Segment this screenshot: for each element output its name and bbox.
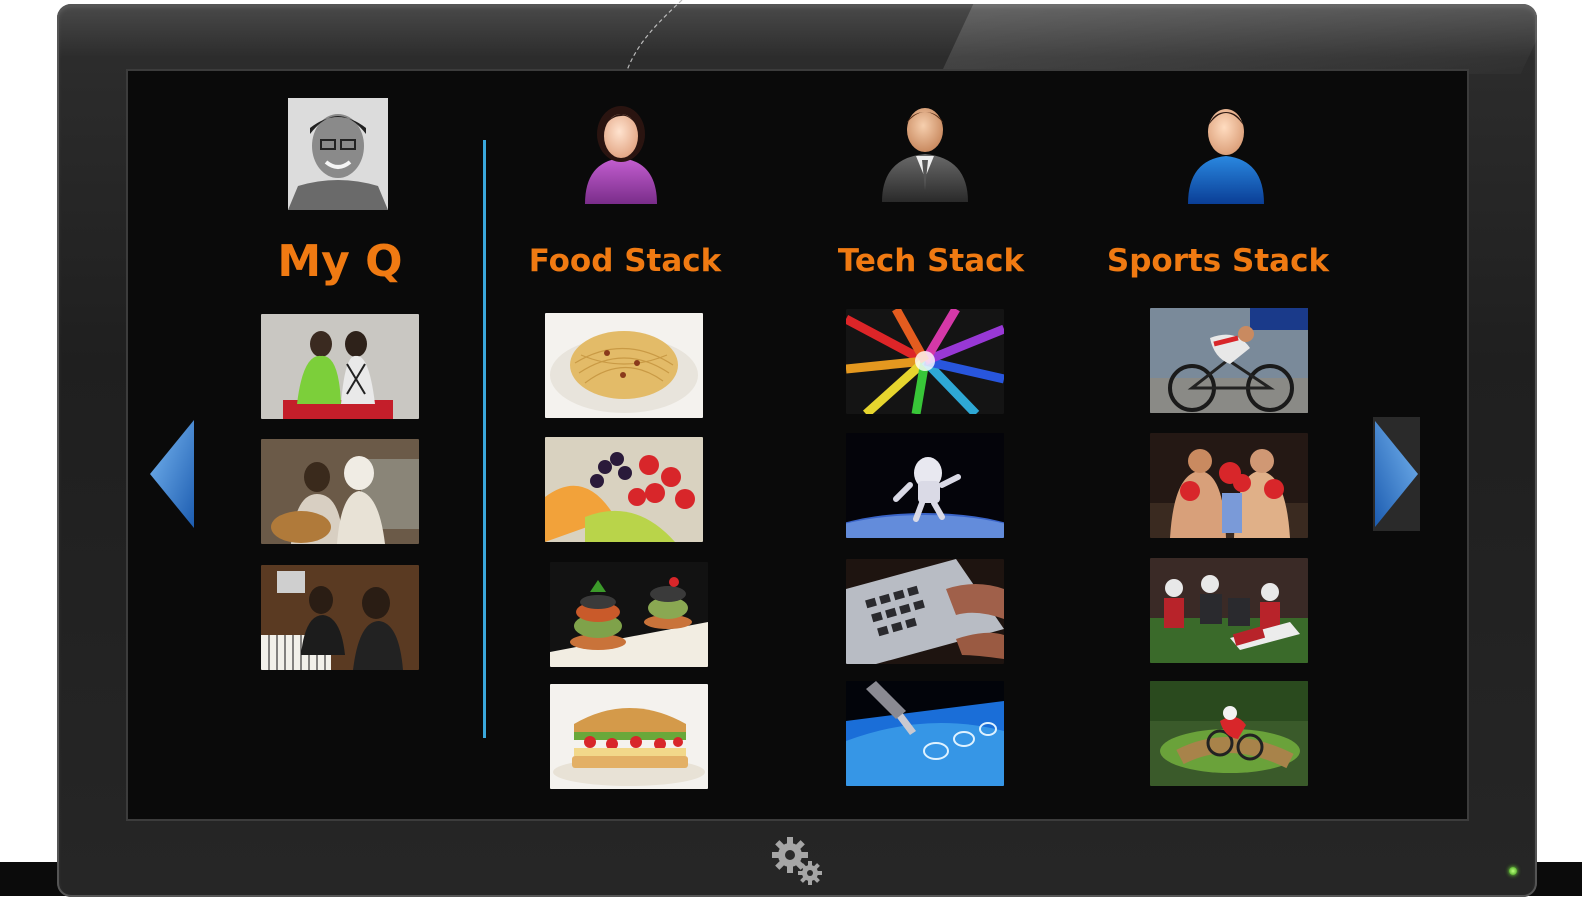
- profile-face-icon: [288, 98, 388, 210]
- gear-icon[interactable]: [770, 835, 826, 887]
- tech-photo-3[interactable]: [846, 559, 1004, 664]
- sports-photo-3[interactable]: [1150, 558, 1308, 663]
- food-photo-3[interactable]: [550, 562, 708, 667]
- myq-photo-2[interactable]: [261, 439, 419, 544]
- food-photo-4[interactable]: [550, 684, 708, 789]
- myq-title: My Q: [277, 236, 403, 287]
- sports-photo-4[interactable]: [1150, 681, 1308, 786]
- food-photo-1[interactable]: [545, 313, 703, 418]
- tech-photo-1[interactable]: [846, 309, 1004, 414]
- tech-stack-title: Tech Stack: [837, 243, 1025, 279]
- sports-photo-2[interactable]: [1150, 433, 1308, 538]
- right-arrow-button[interactable]: [1373, 417, 1420, 531]
- businessman-avatar-icon[interactable]: [880, 98, 970, 202]
- man-blue-avatar-icon[interactable]: [1186, 98, 1266, 204]
- food-photo-2[interactable]: [545, 437, 703, 542]
- bezel-gloss: [940, 4, 1537, 74]
- food-stack-title: Food Stack: [528, 243, 722, 279]
- myq-photo-1[interactable]: [261, 314, 419, 419]
- tech-photo-4[interactable]: [846, 681, 1004, 786]
- profile-photo[interactable]: [288, 98, 388, 210]
- left-arrow-icon[interactable]: [148, 418, 196, 530]
- sports-photo-1[interactable]: [1150, 308, 1308, 413]
- woman-purple-avatar-icon[interactable]: [581, 100, 661, 204]
- tech-photo-2[interactable]: [846, 433, 1004, 538]
- sports-stack-title: Sports Stack: [1106, 243, 1330, 279]
- right-arrow-icon: [1375, 421, 1418, 527]
- section-divider: [483, 140, 486, 738]
- myq-photo-3[interactable]: [261, 565, 419, 670]
- power-led: [1509, 867, 1517, 875]
